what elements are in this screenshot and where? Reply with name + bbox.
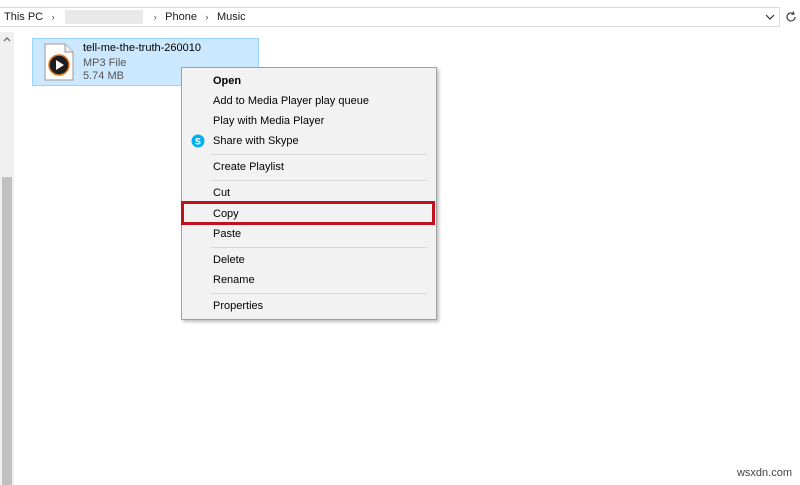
vertical-scrollbar[interactable] [0, 32, 14, 485]
breadcrumb-phone[interactable]: Phone [161, 11, 201, 23]
menu-item-add-to-play-queue[interactable]: Add to Media Player play queue [184, 91, 434, 111]
breadcrumb: This PC › › Phone › Music [0, 10, 250, 24]
menu-item-copy[interactable]: Copy [184, 204, 434, 224]
menu-item-open[interactable]: Open [184, 71, 434, 91]
menu-item-share-with-skype[interactable]: S Share with Skype [184, 131, 434, 151]
menu-item-cut[interactable]: Cut [184, 183, 434, 203]
menu-item-paste[interactable]: Paste [184, 224, 434, 244]
breadcrumb-this-pc[interactable]: This PC [0, 11, 47, 23]
chevron-down-icon[interactable] [763, 10, 777, 24]
scroll-up-arrow-icon[interactable] [0, 32, 14, 46]
context-menu: Open Add to Media Player play queue Play… [181, 67, 437, 320]
chevron-right-icon[interactable]: › [149, 11, 161, 23]
chevron-right-icon[interactable]: › [201, 11, 213, 23]
file-type: MP3 File [83, 57, 127, 69]
address-bar[interactable]: This PC › › Phone › Music [0, 7, 796, 27]
menu-item-properties[interactable]: Properties [184, 296, 434, 316]
file-size: 5.74 MB [83, 70, 124, 82]
menu-item-rename[interactable]: Rename [184, 270, 434, 290]
menu-separator [211, 180, 427, 181]
menu-item-play-with-media-player[interactable]: Play with Media Player [184, 111, 434, 131]
watermark-text: wsxdn.com [736, 467, 792, 479]
refresh-icon[interactable] [783, 10, 799, 24]
scrollbar-thumb[interactable] [2, 177, 12, 485]
menu-separator [211, 154, 427, 155]
explorer-window: This PC › › Phone › Music tell-me-the-tr… [0, 0, 800, 485]
menu-separator [211, 247, 427, 248]
file-name: tell-me-the-truth-260010 [83, 42, 202, 54]
breadcrumb-redacted[interactable] [65, 10, 144, 24]
skype-icon: S [191, 134, 205, 148]
menu-item-create-playlist[interactable]: Create Playlist [184, 157, 434, 177]
breadcrumb-music[interactable]: Music [213, 11, 250, 23]
svg-text:S: S [195, 138, 201, 148]
media-file-icon [42, 43, 76, 81]
menu-item-delete[interactable]: Delete [184, 250, 434, 270]
chevron-right-icon[interactable]: › [47, 11, 59, 23]
menu-separator [211, 293, 427, 294]
